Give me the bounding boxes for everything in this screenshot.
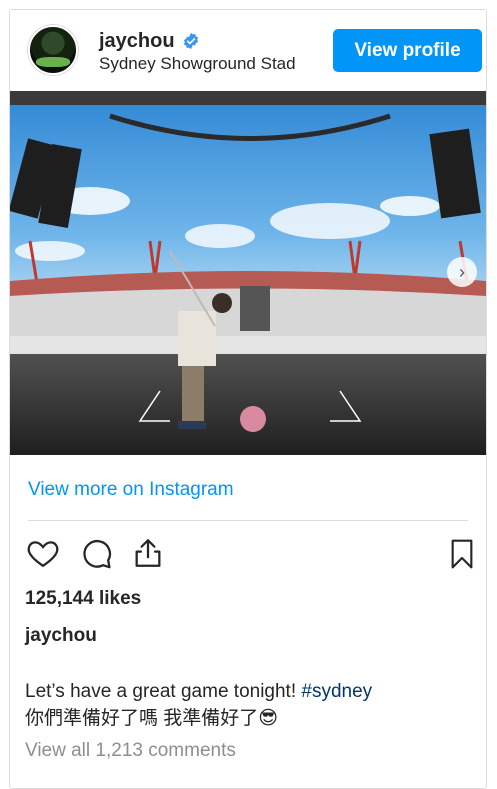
heart-icon[interactable] bbox=[25, 536, 61, 570]
post-image[interactable]: › bbox=[10, 91, 486, 455]
verified-badge-icon bbox=[183, 32, 199, 50]
view-more-link[interactable]: View more on Instagram bbox=[28, 479, 234, 501]
profile-avatar[interactable] bbox=[28, 25, 78, 75]
bookmark-icon[interactable] bbox=[446, 535, 478, 573]
action-bar bbox=[10, 532, 486, 576]
caption: Let’s have a great game tonight! #sydney… bbox=[25, 678, 475, 732]
sunglasses-emoji-icon: 😎 bbox=[258, 708, 279, 729]
caption-username[interactable]: jaychou bbox=[25, 625, 97, 647]
likes-count[interactable]: 125,144 likes bbox=[25, 588, 141, 610]
instagram-embed-card: jaychou Sydney Showground Stad View prof… bbox=[9, 9, 487, 789]
view-profile-button[interactable]: View profile bbox=[333, 29, 482, 72]
share-icon[interactable] bbox=[131, 535, 165, 571]
username[interactable]: jaychou bbox=[99, 30, 175, 53]
carousel-next-icon[interactable]: › bbox=[447, 257, 477, 287]
stadium-photo bbox=[10, 91, 486, 455]
divider bbox=[28, 520, 468, 521]
hashtag-link[interactable]: #sydney bbox=[301, 681, 372, 702]
comment-icon[interactable] bbox=[78, 536, 114, 570]
caption-line-2: 你們準備好了嗎 我準備好了 bbox=[25, 708, 259, 729]
location-label[interactable]: Sydney Showground Stad bbox=[99, 54, 296, 74]
view-all-comments-link[interactable]: View all 1,213 comments bbox=[25, 740, 236, 762]
caption-text: Let’s have a great game tonight! bbox=[25, 681, 297, 702]
post-header: jaychou Sydney Showground Stad View prof… bbox=[10, 10, 486, 90]
